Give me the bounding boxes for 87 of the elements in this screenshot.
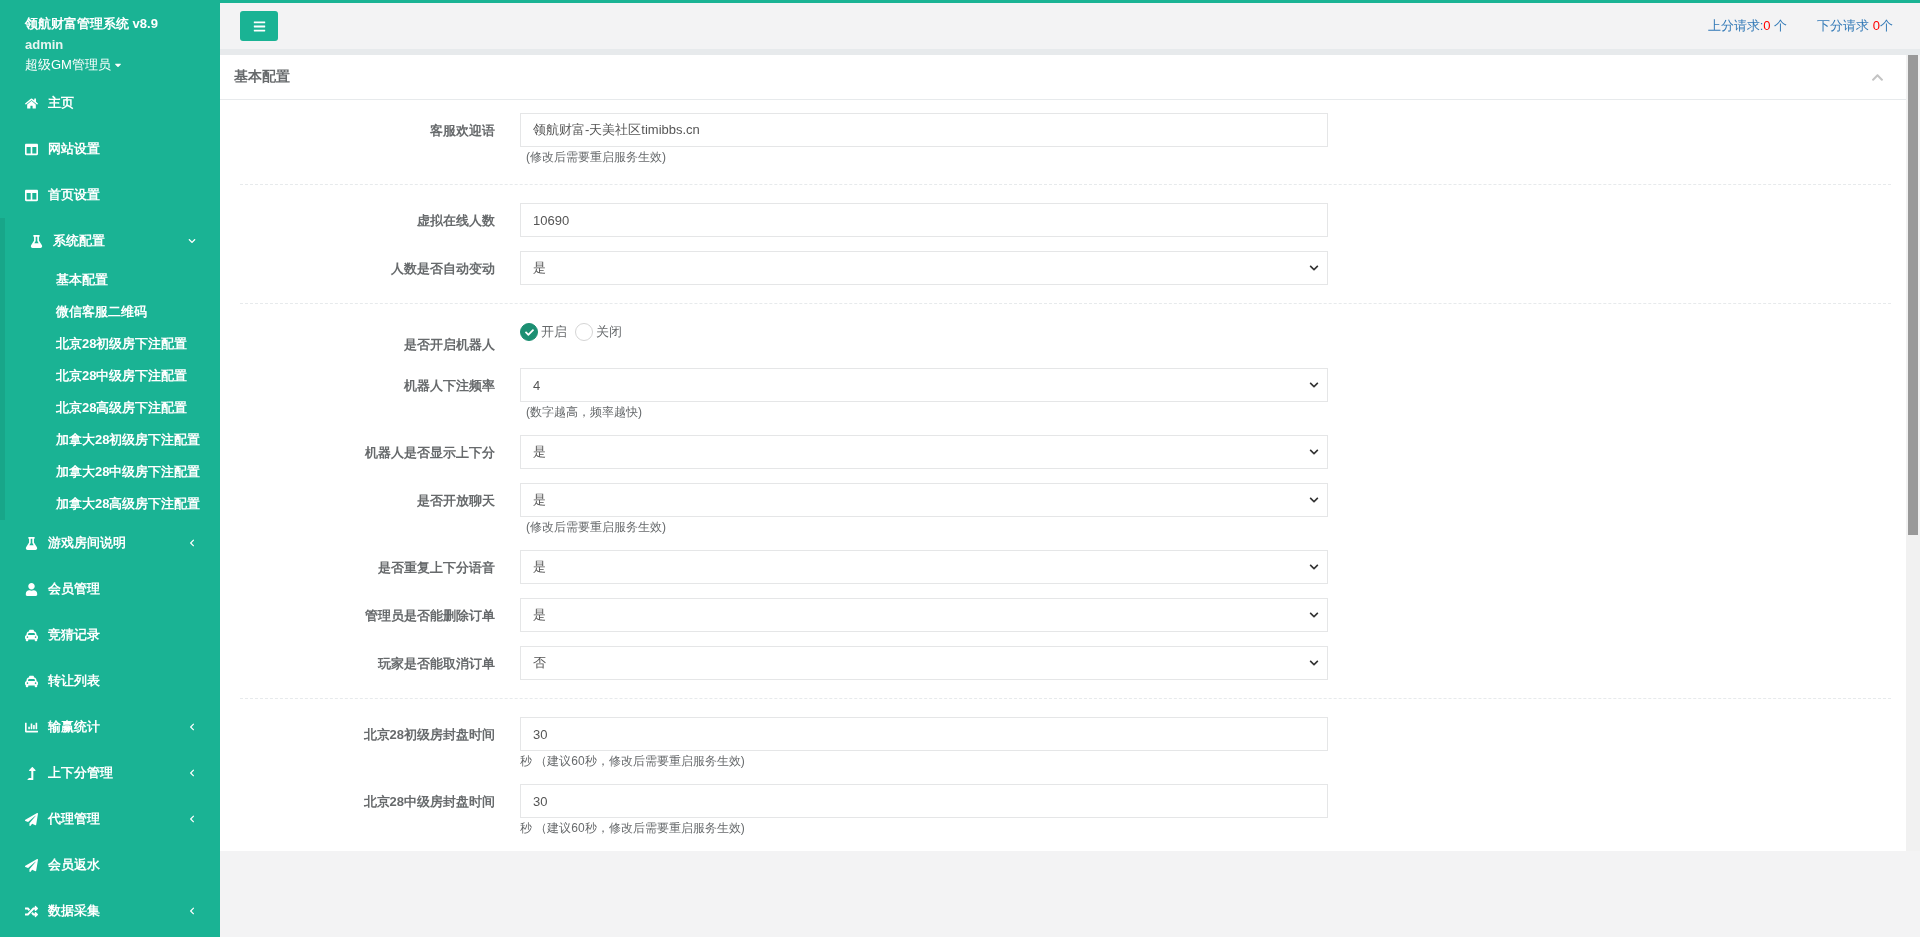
- field-label: 是否开启机器人: [403, 336, 495, 354]
- field-hint: 秒 （建议60秒，修改后需要重启服务生效): [520, 820, 745, 837]
- chevron-down-icon: [1309, 447, 1319, 457]
- field-label: 是否开放聊天: [416, 492, 495, 510]
- chevron-left-icon: [188, 539, 196, 547]
- radio-option[interactable]: 关闭: [575, 323, 622, 341]
- sidebar-item[interactable]: 网站设置: [0, 126, 220, 172]
- select-field[interactable]: 4: [520, 368, 1328, 402]
- scrollbar[interactable]: [1906, 55, 1920, 851]
- select-field[interactable]: 是: [520, 251, 1328, 285]
- sidebar-item[interactable]: 会员返水: [0, 842, 220, 888]
- input-field[interactable]: 10690: [520, 203, 1328, 237]
- submenu-item[interactable]: 加拿大28初级房下注配置: [5, 424, 220, 456]
- field-hint: (数字越高，频率越快): [526, 404, 642, 421]
- chevron-down-icon: [1309, 495, 1319, 505]
- input-field[interactable]: 领航财富-天美社区timibbs.cn: [520, 113, 1328, 147]
- sidebar-item[interactable]: 转让列表: [0, 658, 220, 704]
- field-label: 人数是否自动变动: [390, 260, 495, 278]
- home-icon: [25, 96, 38, 110]
- chevron-left-icon: [188, 769, 196, 777]
- sidebar-item[interactable]: 数据采集: [0, 888, 220, 934]
- panel-title: 基本配置: [234, 68, 290, 86]
- field-hint: 秒 （建议60秒，修改后需要重启服务生效): [520, 753, 745, 770]
- chevron-down-icon: [1309, 380, 1319, 390]
- select-field[interactable]: 否: [520, 646, 1328, 680]
- field-label: 北京28初级房封盘时间: [362, 726, 495, 744]
- paper-plane-icon: [25, 858, 38, 872]
- app-title: 领航财富管理系统 v8.9: [25, 15, 159, 33]
- select-field[interactable]: 是: [520, 435, 1328, 469]
- arrow-up-icon: [25, 766, 38, 780]
- check-icon: [524, 327, 534, 337]
- sidebar-item[interactable]: 代理管理: [0, 796, 220, 842]
- chevron-down-icon: [1309, 658, 1319, 668]
- sidebar-item[interactable]: 主页: [0, 80, 220, 126]
- field-label: 机器人下注频率: [402, 377, 495, 395]
- car-icon: [25, 628, 38, 642]
- request-link[interactable]: 上分请求:0 个: [1707, 17, 1788, 35]
- bar-chart-icon: [25, 720, 38, 734]
- submenu-item[interactable]: 基本配置: [5, 264, 220, 296]
- user-icon: [25, 582, 38, 596]
- chevron-down-icon: [188, 237, 196, 245]
- submenu-item[interactable]: 加拿大28中级房下注配置: [5, 456, 220, 488]
- field-label: 客服欢迎语: [429, 122, 495, 140]
- submenu-item[interactable]: 北京28初级房下注配置: [5, 328, 220, 360]
- select-field[interactable]: 是: [520, 598, 1328, 632]
- submenu-item[interactable]: 微信客服二维码: [5, 296, 220, 328]
- menu-button[interactable]: [240, 11, 278, 41]
- sidebar-item[interactable]: 游戏房间说明: [0, 520, 220, 566]
- field-label: 北京28中级房封盘时间: [362, 793, 495, 811]
- user-name: admin: [25, 37, 65, 52]
- flask-icon: [25, 536, 38, 550]
- chevron-down-icon: [1309, 562, 1319, 572]
- chevron-down-icon: [1309, 610, 1319, 620]
- sidebar-item[interactable]: 竞猜记录: [0, 612, 220, 658]
- paper-plane-icon: [25, 812, 38, 826]
- radio-option[interactable]: 开启: [520, 323, 567, 341]
- field-label: 机器人是否显示上下分: [363, 444, 495, 462]
- field-label: 玩家是否能取消订单: [376, 655, 495, 673]
- chevron-left-icon: [188, 907, 196, 915]
- menu-icon: [252, 19, 266, 33]
- sidebar-item[interactable]: 输赢统计: [0, 704, 220, 750]
- car-icon: [25, 674, 38, 688]
- chevron-left-icon: [188, 815, 196, 823]
- field-label: 是否重复上下分语音: [377, 559, 495, 577]
- field-hint: (修改后需要重启服务生效): [526, 149, 666, 166]
- sidebar-item[interactable]: 首页设置: [0, 172, 220, 218]
- request-link[interactable]: 下分请求 0个: [1817, 17, 1893, 35]
- chevron-down-icon: [1309, 263, 1319, 273]
- submenu-item[interactable]: 加拿大28高级房下注配置: [5, 488, 220, 520]
- select-field[interactable]: 是: [520, 483, 1328, 517]
- field-hint: (修改后需要重启服务生效): [526, 519, 666, 536]
- input-field[interactable]: 30: [520, 784, 1328, 818]
- role-dropdown[interactable]: 超级GM管理员: [25, 56, 123, 74]
- sidebar-item[interactable]: 会员管理: [0, 566, 220, 612]
- sidebar-item[interactable]: 系统配置: [5, 218, 220, 264]
- flask-icon: [30, 234, 43, 248]
- sidebar-item[interactable]: 上下分管理: [0, 750, 220, 796]
- field-label: 虚拟在线人数: [416, 212, 495, 230]
- submenu-item[interactable]: 北京28中级房下注配置: [5, 360, 220, 392]
- submenu-item[interactable]: 北京28高级房下注配置: [5, 392, 220, 424]
- columns-icon: [25, 188, 38, 202]
- chevron-left-icon: [188, 723, 196, 731]
- input-field[interactable]: 30: [520, 717, 1328, 751]
- columns-icon: [25, 142, 38, 156]
- select-field[interactable]: 是: [520, 550, 1328, 584]
- shuffle-icon: [25, 904, 38, 918]
- field-label: 管理员是否能删除订单: [364, 607, 495, 625]
